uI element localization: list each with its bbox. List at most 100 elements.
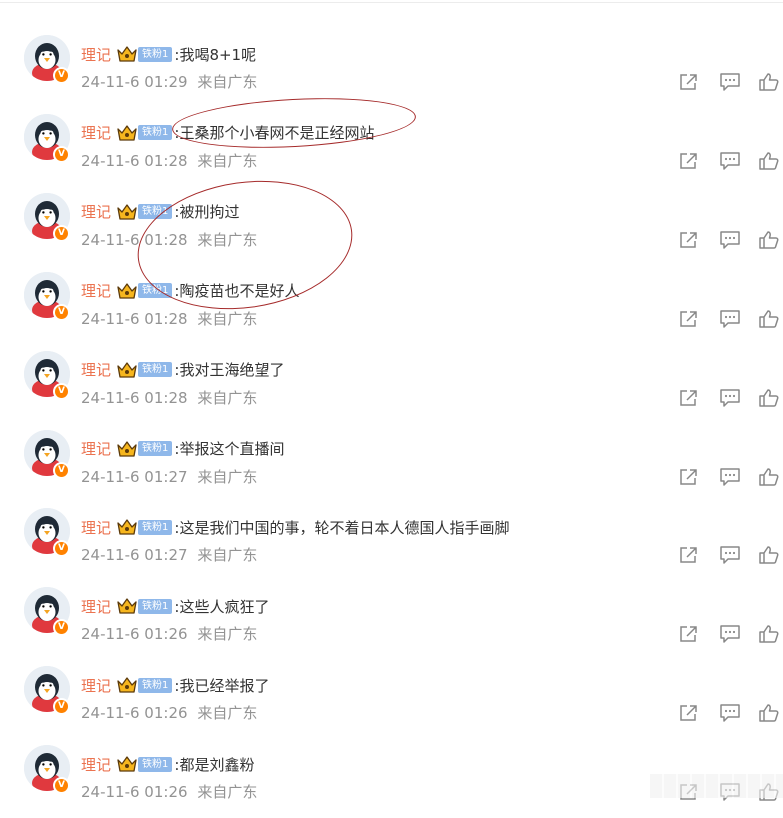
share-icon[interactable] [678,467,700,487]
like-icon[interactable] [758,545,780,565]
comment-icon[interactable] [719,309,741,329]
comment-text: :我已经举报了 [174,676,270,695]
fan-level-badge: 铁粉1 [138,598,173,614]
comment-item: V 理记 铁粉1 :陶疫苗也不是好人 24-11-6 01:28 来自广东 [0,266,783,345]
username[interactable]: 理记 [81,280,111,301]
comment-meta: 24-11-6 01:28 来自广东 [81,308,257,329]
comment-date: 24-11-6 01:28 [81,151,188,170]
share-icon[interactable] [678,72,700,92]
like-icon[interactable] [758,230,780,250]
verified-v-icon: V [53,67,70,84]
username[interactable]: 理记 [81,517,111,538]
fan-level-badge: 铁粉1 [138,677,173,693]
comment-date: 24-11-6 01:28 [81,309,188,328]
comment-icon[interactable] [719,388,741,408]
comment-date: 24-11-6 01:26 [81,625,188,644]
verified-v-icon: V [53,777,70,795]
comment-text: :这些人疯狂了 [174,597,270,616]
crown-icon [117,440,137,458]
like-icon[interactable] [758,388,780,408]
like-icon[interactable] [758,151,780,171]
share-icon[interactable] [678,545,700,565]
comment-date: 24-11-6 01:26 [81,704,188,723]
share-icon[interactable] [678,624,700,644]
comment-text: :我对王海绝望了 [174,361,285,380]
comment-text: :这是我们中国的事，轮不着日本人德国人指手画脚 [174,518,510,537]
comment-item: V 理记 铁粉1 :这是我们中国的事，轮不着日本人德国人指手画脚 24-11-6… [0,502,783,581]
comment-date: 24-11-6 01:28 [81,388,188,407]
comment-location: 来自广东 [197,625,258,644]
verified-v-icon: V [53,540,70,558]
comment-icon[interactable] [719,624,741,644]
comment-date: 24-11-6 01:29 [81,73,188,91]
comment-text: :被刑拘过 [174,203,240,222]
comment-location: 来自广东 [197,783,258,802]
fan-level-badge: 铁粉1 [138,125,173,141]
comment-location: 来自广东 [197,230,258,249]
comment-icon[interactable] [719,467,741,487]
comment-meta: 24-11-6 01:27 来自广东 [81,466,257,487]
like-icon[interactable] [758,72,780,92]
comment-meta: 24-11-6 01:26 来自广东 [81,781,257,802]
crown-icon [117,282,137,300]
share-icon[interactable] [678,309,700,329]
comment-item: V 理记 铁粉1 :这些人疯狂了 24-11-6 01:26 来自广东 [0,581,783,660]
crown-icon [117,518,137,536]
comment-meta: 24-11-6 01:28 来自广东 [81,229,257,250]
verified-v-icon: V [53,303,70,321]
fan-level-badge: 铁粉1 [138,756,173,772]
comment-location: 来自广东 [197,151,258,170]
comment-date: 24-11-6 01:27 [81,546,188,565]
comment-meta: 24-11-6 01:27 来自广东 [81,544,257,565]
share-icon[interactable] [678,151,700,171]
verified-v-icon: V [53,145,70,163]
comment-meta: 24-11-6 01:26 来自广东 [81,702,257,723]
comment-text: :王桑那个小春网不是正经网站 [174,124,375,143]
comment-icon[interactable] [719,72,741,92]
crown-icon [117,203,137,221]
username[interactable]: 理记 [81,596,111,617]
share-icon[interactable] [678,230,700,250]
crown-icon [117,597,137,615]
comment-date: 24-11-6 01:27 [81,467,188,486]
username[interactable]: 理记 [81,44,111,65]
like-icon[interactable] [758,624,780,644]
username[interactable]: 理记 [81,438,111,459]
share-icon[interactable] [678,703,700,723]
crown-icon [117,755,137,773]
username[interactable]: 理记 [81,754,111,775]
crown-icon [117,361,137,379]
comment-item: V 理记 铁粉1 :我已经举报了 24-11-6 01:26 来自广东 [0,660,783,739]
crown-icon [117,676,137,694]
verified-v-icon: V [53,224,70,242]
comment-date: 24-11-6 01:28 [81,230,188,249]
comment-icon[interactable] [719,703,741,723]
comment-item: V 理记 铁粉1 :我喝8+1呢 24-11-6 01:29 来自广东 [0,29,783,108]
username[interactable]: 理记 [81,122,111,143]
like-icon[interactable] [758,703,780,723]
comment-date: 24-11-6 01:26 [81,783,188,802]
like-icon[interactable] [758,309,780,329]
verified-v-icon: V [53,382,70,400]
crown-icon [117,124,137,142]
comment-icon[interactable] [719,545,741,565]
username[interactable]: 理记 [81,675,111,696]
comment-location: 来自广东 [197,73,258,91]
fan-level-badge: 铁粉1 [138,519,173,535]
username[interactable]: 理记 [81,359,111,380]
fan-level-badge: 铁粉1 [138,362,173,378]
comment-location: 来自广东 [197,467,258,486]
fan-level-badge: 铁粉1 [138,46,173,62]
comment-icon[interactable] [719,151,741,171]
comment-text: :都是刘鑫粉 [174,755,255,774]
comment-icon[interactable] [719,230,741,250]
verified-v-icon: V [53,461,70,479]
like-icon[interactable] [758,467,780,487]
username[interactable]: 理记 [81,201,111,222]
crown-icon [117,45,137,63]
comment-meta: 24-11-6 01:28 来自广东 [81,387,257,408]
share-icon[interactable] [678,388,700,408]
comment-item: V 理记 铁粉1 :被刑拘过 24-11-6 01:28 来自广东 [0,187,783,266]
comment-location: 来自广东 [197,704,258,723]
comment-location: 来自广东 [197,388,258,407]
